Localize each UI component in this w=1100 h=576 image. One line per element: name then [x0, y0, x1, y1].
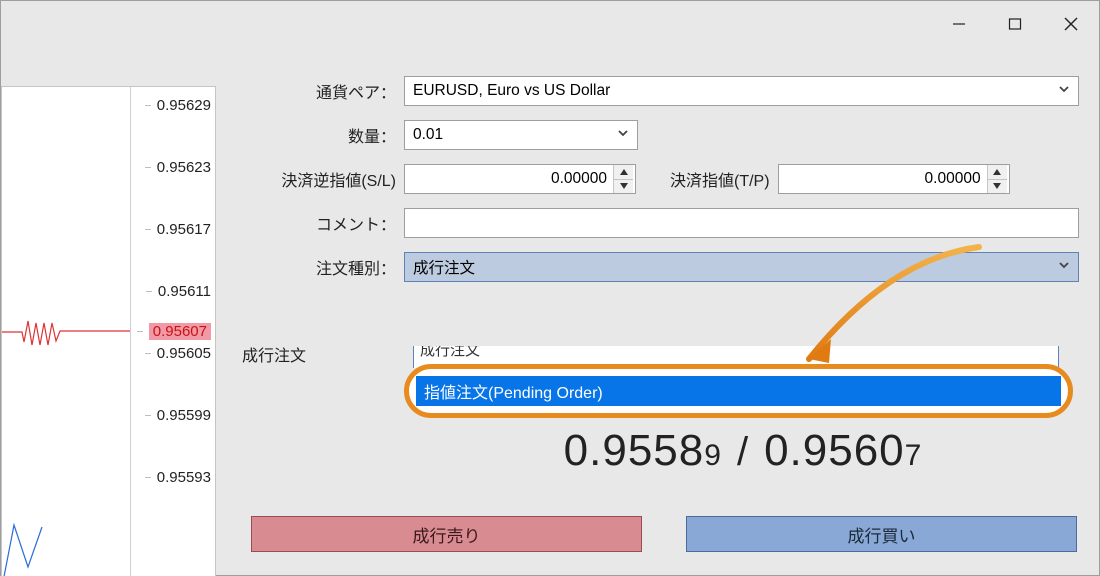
scale-label: 0.95599: [157, 407, 211, 424]
titlebar: [1, 1, 1099, 46]
quote-display: 0.95589 / 0.95607: [416, 426, 1069, 476]
ordertype-value: 成行注文: [413, 256, 475, 278]
tp-step-down[interactable]: [988, 180, 1007, 194]
scale-label: 0.95629: [157, 97, 211, 114]
order-form: 通貨ペア： EURUSD, Euro vs US Dollar 数量： 0.01…: [236, 76, 1079, 296]
ask-frac: 7: [905, 439, 922, 473]
close-button[interactable]: [1043, 1, 1099, 46]
symbol-label: 通貨ペア：: [236, 79, 404, 103]
scale-label-highlight: 0.95607: [149, 323, 211, 340]
symbol-value: EURUSD, Euro vs US Dollar: [413, 82, 610, 100]
sl-step-down[interactable]: [614, 180, 633, 194]
ordertype-label: 注文種別：: [236, 255, 404, 279]
scale-label: 0.95605: [157, 345, 211, 362]
volume-select[interactable]: 0.01: [404, 120, 638, 150]
chevron-down-icon: [1058, 258, 1070, 276]
ordertype-select[interactable]: 成行注文: [404, 252, 1079, 282]
chevron-down-icon: [1058, 82, 1070, 100]
bid-main: 0.9558: [564, 426, 705, 476]
comment-input[interactable]: [404, 208, 1079, 238]
sl-label: 決済逆指値(S/L): [236, 167, 404, 191]
symbol-select[interactable]: EURUSD, Euro vs US Dollar: [404, 76, 1079, 106]
scale-label: 0.95623: [157, 159, 211, 176]
content: 0.95629 0.95623 0.95617 0.95611 0.95607 …: [1, 76, 1099, 575]
tp-label: 決済指値(T/P): [636, 167, 778, 191]
buy-button[interactable]: 成行買い: [686, 516, 1077, 552]
chevron-down-icon: [617, 126, 629, 144]
scale-label: 0.95617: [157, 221, 211, 238]
sl-field[interactable]: [405, 165, 613, 193]
sl-input[interactable]: [404, 164, 636, 194]
comment-label: コメント：: [236, 211, 404, 235]
maximize-button[interactable]: [987, 1, 1043, 46]
bid-frac: 9: [704, 439, 721, 473]
price-chart: 0.95629 0.95623 0.95617 0.95611 0.95607 …: [1, 86, 216, 576]
order-window: 0.95629 0.95623 0.95617 0.95611 0.95607 …: [0, 0, 1100, 576]
minimize-button[interactable]: [931, 1, 987, 46]
dropdown-highlight: 指値注文(Pending Order): [404, 364, 1073, 418]
tp-input[interactable]: [778, 164, 1010, 194]
quote-separator: /: [737, 430, 748, 475]
tp-step-up[interactable]: [988, 165, 1007, 180]
volume-label: 数量：: [236, 123, 404, 147]
ask-main: 0.9560: [764, 426, 905, 476]
section-legend: 成行注文: [238, 348, 310, 365]
sl-step-up[interactable]: [614, 165, 633, 180]
scale-label: 0.95593: [157, 469, 211, 486]
volume-value: 0.01: [413, 126, 443, 144]
dropdown-option-pending[interactable]: 指値注文(Pending Order): [416, 376, 1061, 406]
sell-button[interactable]: 成行売り: [251, 516, 642, 552]
trade-buttons: 成行売り 成行買い: [251, 516, 1077, 552]
scale-label: 0.95611: [158, 283, 211, 300]
tp-field[interactable]: [779, 165, 987, 193]
